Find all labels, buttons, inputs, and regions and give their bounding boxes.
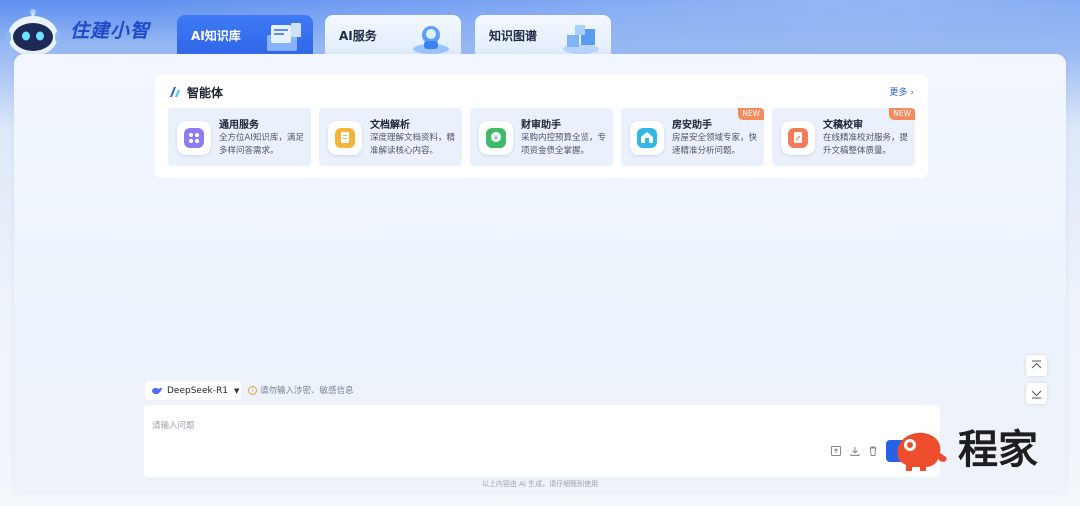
new-badge: NEW: [738, 108, 764, 120]
upload-image-icon[interactable]: [830, 445, 842, 457]
agent-card-general[interactable]: 通用服务 全方位AI知识库，满足多样问答需求。: [168, 108, 311, 166]
new-badge: NEW: [889, 108, 915, 120]
agent-description: 采购内控预算全览，专项资金债全掌握。: [521, 133, 607, 156]
question-input-area: [144, 405, 940, 477]
agent-description: 在线精准校对服务，提升文稿整体质量。: [823, 133, 909, 156]
agent-description: 深度理解文档资料，精准解读核心内容。: [370, 133, 456, 156]
agent-description: 房屋安全领域专家，快速精准分析问题。: [672, 133, 758, 156]
house-safety-icon: [630, 121, 664, 155]
more-link[interactable]: 更多 ›: [890, 85, 915, 98]
warning-text: 请勿输入涉密、敏感信息: [260, 386, 354, 396]
model-name: DeepSeek-R1: [167, 385, 228, 396]
agent-card-house-safety[interactable]: 房安助手 房屋安全领域专家，快速精准分析问题。 NEW: [621, 108, 764, 166]
document-icon: [328, 121, 362, 155]
scroll-bottom-icon: [1031, 390, 1042, 399]
agent-description: 全方位AI知识库，满足多样问答需求。: [219, 133, 304, 156]
proofread-icon: [781, 121, 815, 155]
agent-logo-icon: [170, 87, 180, 97]
agent-title: 文档解析: [370, 120, 410, 131]
tab-label: AI服务: [339, 29, 377, 43]
agent-title: 文稿校审: [823, 120, 863, 131]
sensitive-info-warning: ! 请勿输入涉密、敏感信息: [248, 384, 354, 396]
robot-logo-icon: [5, 9, 61, 56]
question-input[interactable]: [152, 419, 752, 443]
agents-section: 智能体 更多 › 通用服务 全方位AI知识库，满足多样问答需求。 文档解析 深度…: [155, 74, 928, 178]
scroll-bottom-button[interactable]: [1026, 383, 1047, 404]
deepseek-whale-icon: [152, 387, 162, 394]
agent-card-proofread[interactable]: 文稿校审 在线精准校对服务，提升文稿整体质量。 NEW: [772, 108, 915, 166]
clear-trash-icon[interactable]: [867, 445, 879, 457]
ai-disclaimer: 以上内容由 AI 生成，请仔细甄别使用: [481, 480, 599, 488]
more-label: 更多: [889, 88, 908, 98]
watermark-text: 程家: [958, 427, 1038, 473]
watermark: 程家: [890, 426, 1038, 474]
tab-label: AI知识库: [191, 29, 241, 43]
chevron-right-icon: ›: [910, 88, 914, 98]
elephant-logo-icon: [897, 432, 947, 471]
tab-label: 知识图谱: [489, 29, 538, 43]
agents-header: 智能体: [169, 83, 223, 101]
cubes-illustration-icon: [563, 25, 599, 54]
warning-icon: !: [248, 385, 257, 395]
caret-down-icon: ▼: [233, 386, 240, 395]
robot-service-illustration-icon: [413, 26, 449, 54]
scroll-top-icon: [1031, 360, 1042, 369]
agent-title: 财审助手: [521, 120, 561, 131]
svg-text:¥: ¥: [494, 134, 499, 142]
agents-title: 智能体: [187, 85, 224, 100]
attachment-upload-icon[interactable]: [849, 445, 861, 457]
agent-card-document-parse[interactable]: 文档解析 深度理解文档资料，精准解读核心内容。: [319, 108, 462, 166]
agent-title: 通用服务: [219, 120, 259, 131]
model-selector[interactable]: DeepSeek-R1 ▼: [145, 381, 241, 400]
scroll-top-button[interactable]: [1026, 355, 1047, 376]
finance-icon: ¥: [479, 121, 513, 155]
grid-icon: [177, 121, 211, 155]
knowledge-base-illustration-icon: [267, 23, 301, 51]
agent-title: 房安助手: [672, 120, 712, 131]
agent-card-finance-audit[interactable]: ¥ 财审助手 采购内控预算全览，专项资金债全掌握。: [470, 108, 613, 166]
brand-title: 住建小智: [70, 20, 151, 42]
